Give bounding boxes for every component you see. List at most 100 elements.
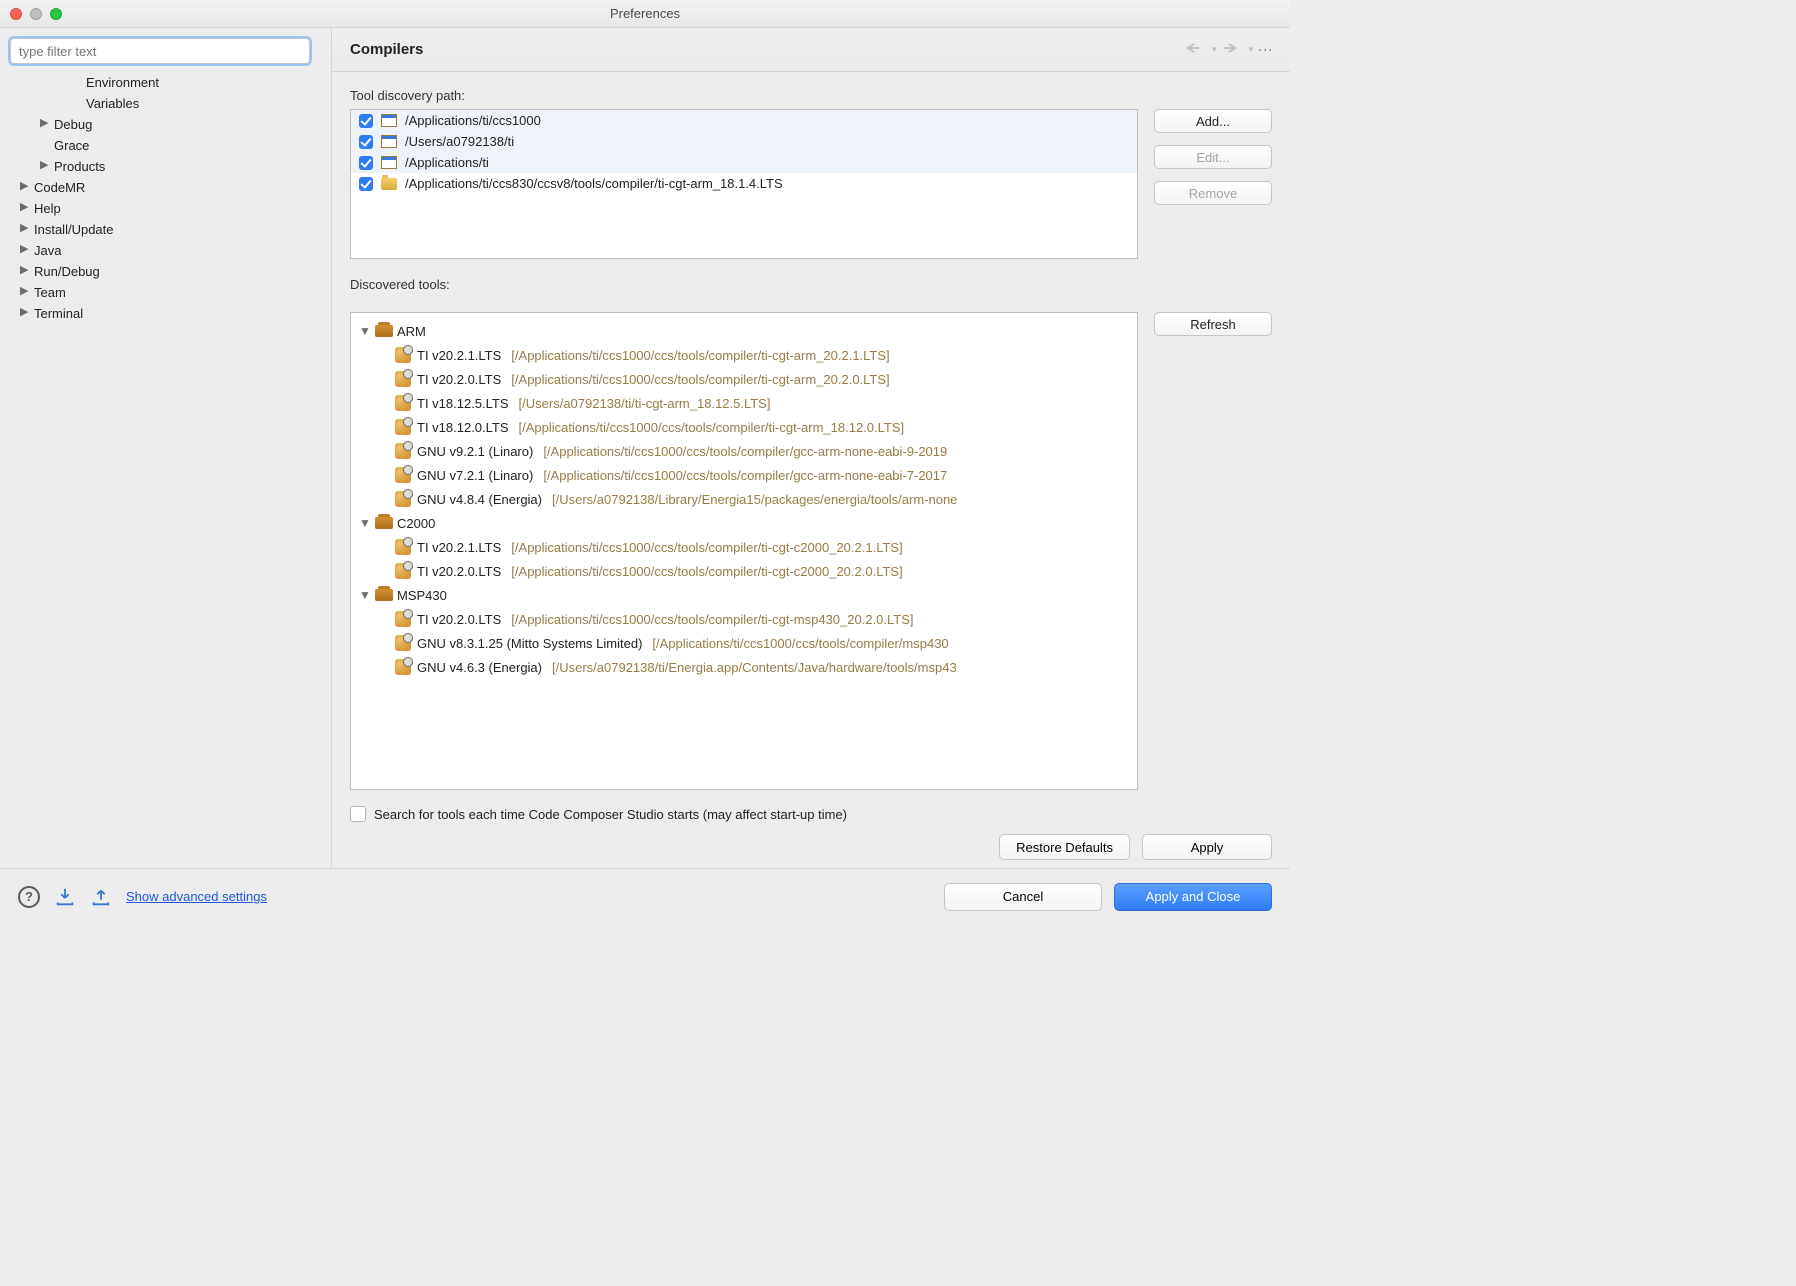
tool-group-row[interactable]: ▼MSP430 (359, 583, 1129, 607)
tool-name: GNU v7.2.1 (Linaro) (417, 468, 533, 483)
tool-row[interactable]: GNU v4.6.3 (Energia) [/Users/a0792138/ti… (359, 655, 1129, 679)
discovery-path-row[interactable]: /Applications/ti (351, 152, 1137, 173)
tree-item[interactable]: ▶Install/Update (10, 219, 319, 240)
discovered-tools-tree[interactable]: ▼ARMTI v20.2.1.LTS [/Applications/ti/ccs… (350, 312, 1138, 790)
tool-name: TI v18.12.5.LTS (417, 396, 509, 411)
tree-item[interactable]: Variables (10, 93, 319, 114)
tree-item[interactable]: Grace (10, 135, 319, 156)
disclosure-icon[interactable]: ▼ (359, 516, 371, 530)
discovery-path-row[interactable]: /Applications/ti/ccs1000 (351, 110, 1137, 131)
compiler-icon (395, 611, 411, 627)
path-checkbox[interactable] (359, 156, 373, 170)
tree-item[interactable]: ▶Help (10, 198, 319, 219)
tool-name: TI v18.12.0.LTS (417, 420, 509, 435)
tool-group-row[interactable]: ▼C2000 (359, 511, 1129, 535)
discovered-tools-label: Discovered tools: (350, 277, 1272, 292)
tool-row[interactable]: TI v18.12.5.LTS [/Users/a0792138/ti/ti-c… (359, 391, 1129, 415)
refresh-button[interactable]: Refresh (1154, 312, 1272, 336)
tree-item-label: Environment (86, 72, 159, 93)
tree-item[interactable]: ▶Team (10, 282, 319, 303)
preferences-tree[interactable]: EnvironmentVariables▶DebugGrace▶Products… (10, 72, 319, 324)
tool-path: [/Applications/ti/ccs1000/ccs/tools/comp… (511, 612, 913, 627)
disclosure-icon[interactable]: ▼ (359, 588, 371, 602)
disclosure-icon[interactable]: ▶ (20, 302, 30, 323)
forward-icon[interactable] (1222, 41, 1242, 58)
titlebar: Preferences (0, 0, 1290, 28)
disclosure-icon[interactable]: ▶ (20, 281, 30, 302)
path-checkbox[interactable] (359, 114, 373, 128)
restore-defaults-button[interactable]: Restore Defaults (999, 834, 1130, 860)
tree-item[interactable]: ▶Run/Debug (10, 261, 319, 282)
tree-item-label: Java (34, 240, 61, 261)
folder-icon (381, 178, 397, 190)
disclosure-icon[interactable]: ▶ (20, 218, 30, 239)
path-checkbox[interactable] (359, 135, 373, 149)
compiler-icon (395, 563, 411, 579)
filter-input[interactable] (10, 38, 310, 64)
tree-item-label: CodeMR (34, 177, 85, 198)
tree-item-label: Variables (86, 93, 139, 114)
preferences-sidebar: EnvironmentVariables▶DebugGrace▶Products… (0, 28, 332, 868)
tool-name: TI v20.2.1.LTS (417, 540, 501, 555)
path-buttons: Add... Edit... Remove (1154, 109, 1272, 259)
header-toolbar: ▾ ▾ ⋮ (1186, 41, 1272, 58)
apply-button[interactable]: Apply (1142, 834, 1272, 860)
search-on-start-row: Search for tools each time Code Composer… (350, 806, 1272, 822)
tool-row[interactable]: TI v18.12.0.LTS [/Applications/ti/ccs100… (359, 415, 1129, 439)
tool-row[interactable]: TI v20.2.1.LTS [/Applications/ti/ccs1000… (359, 535, 1129, 559)
tool-name: TI v20.2.0.LTS (417, 564, 501, 579)
tool-path: [/Applications/ti/ccs1000/ccs/tools/comp… (511, 348, 889, 363)
disclosure-icon[interactable]: ▶ (20, 239, 30, 260)
disclosure-icon[interactable]: ▶ (20, 260, 30, 281)
tree-item[interactable]: ▶Terminal (10, 303, 319, 324)
tool-path: [/Applications/ti/ccs1000/ccs/tools/comp… (511, 540, 902, 555)
add-button[interactable]: Add... (1154, 109, 1272, 133)
tool-row[interactable]: TI v20.2.0.LTS [/Applications/ti/ccs1000… (359, 559, 1129, 583)
remove-button: Remove (1154, 181, 1272, 205)
tree-item[interactable]: ▶CodeMR (10, 177, 319, 198)
compiler-icon (395, 443, 411, 459)
disclosure-icon[interactable]: ▶ (20, 176, 30, 197)
tree-item[interactable]: ▶Debug (10, 114, 319, 135)
search-on-start-checkbox[interactable] (350, 806, 366, 822)
apply-and-close-button[interactable]: Apply and Close (1114, 883, 1272, 911)
tree-item-label: Debug (54, 114, 92, 135)
compiler-icon (395, 371, 411, 387)
disclosure-icon[interactable]: ▶ (20, 197, 30, 218)
tree-item-label: Products (54, 156, 105, 177)
discovery-path-row[interactable]: /Users/a0792138/ti (351, 131, 1137, 152)
tool-row[interactable]: TI v20.2.1.LTS [/Applications/ti/ccs1000… (359, 343, 1129, 367)
export-icon[interactable] (90, 886, 112, 908)
tool-row[interactable]: GNU v4.8.4 (Energia) [/Users/a0792138/Li… (359, 487, 1129, 511)
tool-row[interactable]: TI v20.2.0.LTS [/Applications/ti/ccs1000… (359, 367, 1129, 391)
tool-row[interactable]: GNU v7.2.1 (Linaro) [/Applications/ti/cc… (359, 463, 1129, 487)
view-menu-icon[interactable]: ⋮ (1257, 43, 1274, 56)
tool-path: [/Users/a0792138/ti/ti-cgt-arm_18.12.5.L… (519, 396, 771, 411)
discovery-path-row[interactable]: /Applications/ti/ccs830/ccsv8/tools/comp… (351, 173, 1137, 194)
disclosure-icon[interactable]: ▶ (40, 155, 50, 176)
compiler-icon (395, 491, 411, 507)
disclosure-icon[interactable]: ▼ (359, 324, 371, 338)
path-checkbox[interactable] (359, 177, 373, 191)
tool-name: GNU v4.8.4 (Energia) (417, 492, 542, 507)
advanced-settings-link[interactable]: Show advanced settings (126, 889, 267, 904)
tool-path: [/Applications/ti/ccs1000/ccs/tools/comp… (511, 372, 889, 387)
tool-row[interactable]: GNU v9.2.1 (Linaro) [/Applications/ti/cc… (359, 439, 1129, 463)
import-icon[interactable] (54, 886, 76, 908)
tree-item[interactable]: ▶Products (10, 156, 319, 177)
tool-row[interactable]: TI v20.2.0.LTS [/Applications/ti/ccs1000… (359, 607, 1129, 631)
discovery-paths-list[interactable]: /Applications/ti/ccs1000/Users/a0792138/… (350, 109, 1138, 259)
tree-item-label: Grace (54, 135, 89, 156)
tree-item[interactable]: Environment (10, 72, 319, 93)
back-icon[interactable] (1186, 41, 1206, 58)
toolbox-icon (375, 517, 393, 529)
tree-item[interactable]: ▶Java (10, 240, 319, 261)
tool-group-row[interactable]: ▼ARM (359, 319, 1129, 343)
preferences-window: Preferences EnvironmentVariables▶DebugGr… (0, 0, 1290, 924)
compiler-icon (395, 635, 411, 651)
tool-row[interactable]: GNU v8.3.1.25 (Mitto Systems Limited) [/… (359, 631, 1129, 655)
compiler-icon (395, 539, 411, 555)
disclosure-icon[interactable]: ▶ (40, 113, 50, 134)
help-icon[interactable]: ? (18, 886, 40, 908)
cancel-button[interactable]: Cancel (944, 883, 1102, 911)
